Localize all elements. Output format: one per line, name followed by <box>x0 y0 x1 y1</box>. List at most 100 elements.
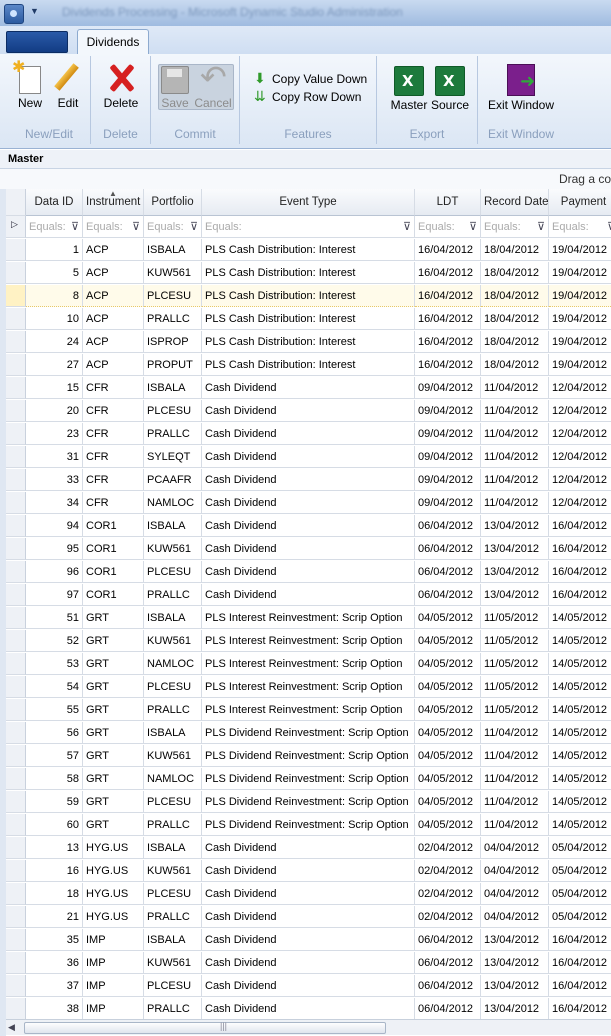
row-selector[interactable] <box>6 469 26 491</box>
cell-ldt[interactable]: 16/04/2012 <box>415 285 481 307</box>
row-selector[interactable] <box>6 906 26 928</box>
cell-data-id[interactable]: 97 <box>26 584 83 606</box>
cancel-button[interactable]: Cancel <box>193 58 233 110</box>
cell-record-date[interactable]: 13/04/2012 <box>481 538 549 560</box>
cell-record-date[interactable]: 11/04/2012 <box>481 791 549 813</box>
cell-event-type[interactable]: PLS Interest Reinvestment: Scrip Option <box>202 676 415 698</box>
cell-ldt[interactable]: 16/04/2012 <box>415 262 481 284</box>
cell-record-date[interactable]: 04/04/2012 <box>481 860 549 882</box>
cell-instrument[interactable]: GRT <box>83 814 144 836</box>
filter-input-payment[interactable]: Equals: ⊽ <box>549 216 611 238</box>
cell-record-date[interactable]: 11/05/2012 <box>481 653 549 675</box>
row-selector[interactable] <box>6 400 26 422</box>
copy-value-down-button[interactable]: ⬇ Copy Value Down <box>254 70 367 87</box>
cell-event-type[interactable]: Cash Dividend <box>202 883 415 905</box>
cell-data-id[interactable]: 20 <box>26 400 83 422</box>
cell-instrument[interactable]: CFR <box>83 446 144 468</box>
cell-event-type[interactable]: PLS Cash Distribution: Interest <box>202 308 415 330</box>
cell-instrument[interactable]: ACP <box>83 285 144 307</box>
cell-payment[interactable]: 16/04/2012 <box>549 561 611 583</box>
cell-portfolio[interactable]: KUW561 <box>144 860 202 882</box>
cell-ldt[interactable]: 04/05/2012 <box>415 722 481 744</box>
row-selector[interactable] <box>6 929 26 951</box>
cell-record-date[interactable]: 11/04/2012 <box>481 423 549 445</box>
cell-event-type[interactable]: Cash Dividend <box>202 837 415 859</box>
cell-instrument[interactable]: CFR <box>83 492 144 514</box>
row-selector[interactable] <box>6 308 26 330</box>
row-selector[interactable] <box>6 837 26 859</box>
cell-record-date[interactable]: 18/04/2012 <box>481 285 549 307</box>
delete-button[interactable]: Delete <box>99 62 143 110</box>
cell-record-date[interactable]: 13/04/2012 <box>481 584 549 606</box>
cell-record-date[interactable]: 11/04/2012 <box>481 469 549 491</box>
cell-record-date[interactable]: 04/04/2012 <box>481 837 549 859</box>
filter-funnel-icon[interactable]: ⊽ <box>607 216 611 237</box>
cell-payment[interactable]: 14/05/2012 <box>549 676 611 698</box>
save-button[interactable]: Save <box>158 62 192 110</box>
row-selector[interactable] <box>6 791 26 813</box>
cell-record-date[interactable]: 18/04/2012 <box>481 239 549 261</box>
cell-portfolio[interactable]: KUW561 <box>144 262 202 284</box>
row-selector[interactable] <box>6 285 26 307</box>
cell-record-date[interactable]: 11/04/2012 <box>481 814 549 836</box>
cell-record-date[interactable]: 18/04/2012 <box>481 262 549 284</box>
cell-ldt[interactable]: 04/05/2012 <box>415 653 481 675</box>
row-selector[interactable] <box>6 676 26 698</box>
cell-portfolio[interactable]: KUW561 <box>144 538 202 560</box>
cell-portfolio[interactable]: ISBALA <box>144 515 202 537</box>
cell-data-id[interactable]: 1 <box>26 239 83 261</box>
cell-ldt[interactable]: 04/05/2012 <box>415 791 481 813</box>
cell-event-type[interactable]: PLS Dividend Reinvestment: Scrip Option <box>202 722 415 744</box>
cell-portfolio[interactable]: PRALLC <box>144 906 202 928</box>
cell-ldt[interactable]: 06/04/2012 <box>415 975 481 997</box>
cell-portfolio[interactable]: PRALLC <box>144 423 202 445</box>
cell-event-type[interactable]: Cash Dividend <box>202 538 415 560</box>
cell-payment[interactable]: 16/04/2012 <box>549 584 611 606</box>
cell-record-date[interactable]: 18/04/2012 <box>481 331 549 353</box>
copy-row-down-button[interactable]: ⇊ Copy Row Down <box>254 88 361 105</box>
filter-input-data-id[interactable]: Equals: ⊽ <box>26 216 83 238</box>
cell-portfolio[interactable]: PRALLC <box>144 584 202 606</box>
filter-input-event-type[interactable]: Equals: ⊽ <box>202 216 415 238</box>
cell-instrument[interactable]: COR1 <box>83 561 144 583</box>
cell-data-id[interactable]: 10 <box>26 308 83 330</box>
cell-portfolio[interactable]: PCAAFR <box>144 469 202 491</box>
cell-instrument[interactable]: HYG.US <box>83 837 144 859</box>
cell-event-type[interactable]: Cash Dividend <box>202 423 415 445</box>
cell-event-type[interactable]: Cash Dividend <box>202 929 415 951</box>
scroll-left-icon[interactable]: ◀ <box>8 1022 15 1033</box>
cell-payment[interactable]: 12/04/2012 <box>549 469 611 491</box>
cell-payment[interactable]: 12/04/2012 <box>549 423 611 445</box>
cell-instrument[interactable]: IMP <box>83 952 144 974</box>
cell-record-date[interactable]: 13/04/2012 <box>481 515 549 537</box>
cell-portfolio[interactable]: KUW561 <box>144 745 202 767</box>
cell-event-type[interactable]: Cash Dividend <box>202 377 415 399</box>
cell-data-id[interactable]: 36 <box>26 952 83 974</box>
cell-event-type[interactable]: Cash Dividend <box>202 584 415 606</box>
cell-payment[interactable]: 05/04/2012 <box>549 837 611 859</box>
cell-event-type[interactable]: PLS Dividend Reinvestment: Scrip Option <box>202 745 415 767</box>
filter-funnel-icon[interactable]: ⊽ <box>190 216 198 237</box>
cell-portfolio[interactable]: PROPUT <box>144 354 202 376</box>
cell-portfolio[interactable]: NAMLOC <box>144 492 202 514</box>
cell-ldt[interactable]: 09/04/2012 <box>415 446 481 468</box>
cell-event-type[interactable]: Cash Dividend <box>202 860 415 882</box>
cell-payment[interactable]: 16/04/2012 <box>549 975 611 997</box>
cell-data-id[interactable]: 35 <box>26 929 83 951</box>
cell-ldt[interactable]: 09/04/2012 <box>415 469 481 491</box>
cell-instrument[interactable]: GRT <box>83 676 144 698</box>
cell-payment[interactable]: 14/05/2012 <box>549 745 611 767</box>
cell-instrument[interactable]: HYG.US <box>83 906 144 928</box>
cell-data-id[interactable]: 15 <box>26 377 83 399</box>
cell-record-date[interactable]: 13/04/2012 <box>481 975 549 997</box>
scrollbar-thumb[interactable]: ||| <box>24 1021 386 1034</box>
cell-portfolio[interactable]: ISBALA <box>144 239 202 261</box>
cell-data-id[interactable]: 33 <box>26 469 83 491</box>
cell-data-id[interactable]: 55 <box>26 699 83 721</box>
cell-ldt[interactable]: 09/04/2012 <box>415 423 481 445</box>
cell-portfolio[interactable]: PLCESU <box>144 400 202 422</box>
cell-instrument[interactable]: COR1 <box>83 584 144 606</box>
cell-record-date[interactable]: 11/04/2012 <box>481 768 549 790</box>
cell-event-type[interactable]: Cash Dividend <box>202 400 415 422</box>
cell-payment[interactable]: 19/04/2012 <box>549 331 611 353</box>
